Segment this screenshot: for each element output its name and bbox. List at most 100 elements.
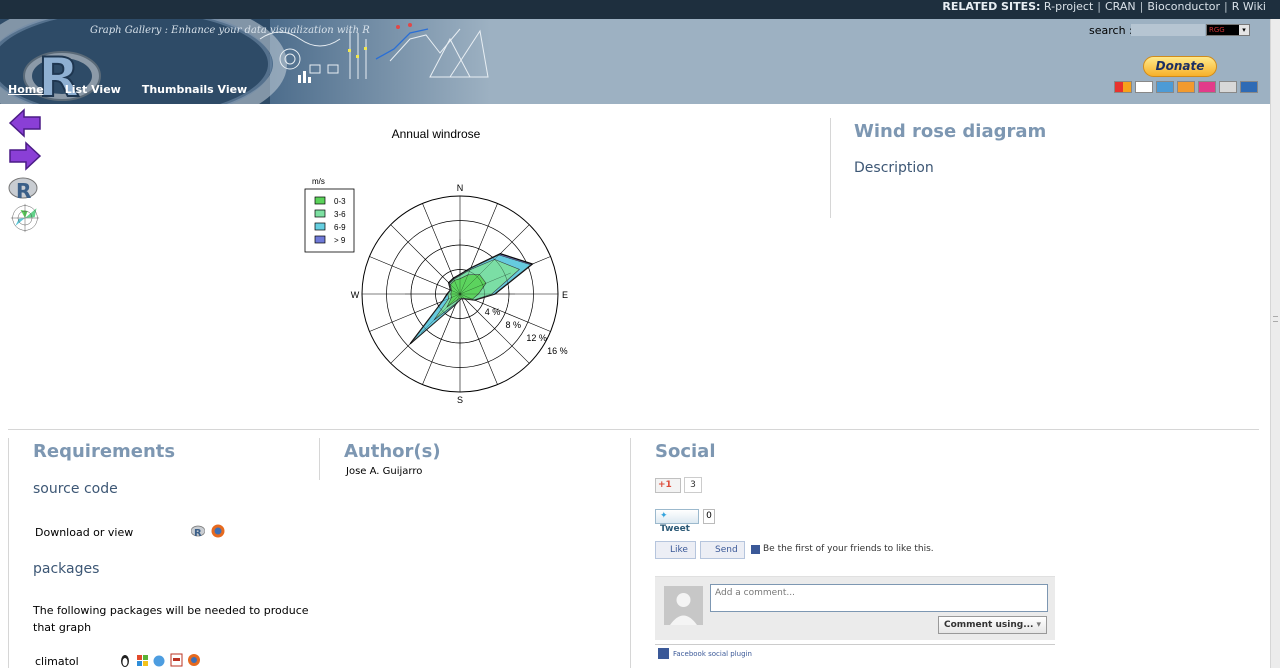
linux-icon: [121, 655, 129, 667]
packages-heading: packages: [33, 561, 100, 577]
chart-series: [405, 239, 534, 349]
legend-swatch: [314, 209, 326, 218]
packages-text-2: that graph: [33, 621, 92, 634]
radial-tick-label: 8 %: [506, 320, 522, 330]
main-nav: Home List View Thumbnails View: [8, 83, 247, 96]
discover-icon: [1177, 81, 1195, 93]
nav-thumbnails-view[interactable]: Thumbnails View: [142, 83, 247, 96]
legend-swatch: [314, 196, 326, 205]
windows-icon: [137, 655, 148, 666]
legend-title: m/s: [312, 177, 325, 186]
browser-view-icon[interactable]: [211, 524, 225, 538]
r-logo-icon[interactable]: R: [8, 174, 42, 204]
avatar: [664, 586, 703, 625]
site-header: R Graph Gallery : Enhance your data visu…: [0, 19, 1270, 104]
like-label: Like: [670, 545, 688, 555]
radial-tick-label: 4 %: [485, 307, 501, 317]
google-plus-count: 3: [684, 477, 702, 493]
svg-text:R: R: [194, 528, 202, 538]
legend-box: [304, 188, 355, 253]
chart-legend: m/s 0-3 3-6 6-9 > 9: [304, 177, 355, 253]
search-scope-select[interactable]: RGG ▾: [1206, 24, 1250, 36]
overlay-spoke: [420, 254, 461, 295]
description-heading: Description: [854, 160, 934, 176]
legend-label: 6-9: [334, 223, 346, 232]
direction-label-e: E: [562, 290, 568, 300]
related-sites-bar: RELATED SITES: R-project | CRAN | Bioconduct…: [0, 0, 1280, 19]
pdf-icon: [170, 653, 183, 667]
donate-button[interactable]: Donate: [1143, 56, 1217, 77]
chevron-down-icon: ▾: [1239, 25, 1249, 35]
bank-card-icon: [1198, 81, 1216, 93]
previous-arrow-icon[interactable]: [8, 108, 42, 138]
facebook-send-button[interactable]: Send: [700, 541, 745, 559]
direction-label-n: N: [457, 183, 464, 193]
nav-list-view[interactable]: List View: [65, 83, 121, 96]
packages-text-1: The following packages will be needed to…: [33, 604, 309, 617]
site-link-r-project[interactable]: R-project: [1044, 0, 1093, 13]
package-platform-icons: [121, 653, 200, 667]
windrose-chart: Annual windrose N E S W 4 % 8 % 12 %16 % m/s 0-…: [304, 127, 568, 405]
tweet-count: 0: [703, 509, 715, 524]
visa-icon: [1135, 81, 1153, 93]
facebook-icon: [751, 545, 760, 554]
google-plus-button[interactable]: +1: [655, 478, 681, 493]
echeck-icon: [1219, 81, 1237, 93]
direction-label-s: S: [457, 395, 463, 405]
comment-using-button[interactable]: Comment using... ▾: [938, 616, 1047, 634]
graph-thumbnail-icon[interactable]: [8, 203, 42, 233]
legend-label: 0-3: [334, 197, 346, 206]
legend-label: > 9: [334, 236, 346, 245]
next-arrow-icon[interactable]: [8, 141, 42, 171]
source-code-heading: source code: [33, 481, 118, 497]
comment-using-label: Comment using...: [944, 620, 1034, 630]
legend-label: 3-6: [334, 210, 346, 219]
legend-swatch: [314, 222, 326, 231]
comment-placeholder: Add a comment...: [715, 588, 796, 598]
direction-label-w: W: [351, 290, 360, 300]
legend-swatch: [314, 235, 326, 244]
site-link-cran[interactable]: CRAN: [1105, 0, 1136, 13]
related-sites-label: RELATED SITES:: [942, 0, 1041, 13]
mac-icon: [153, 655, 165, 667]
section-divider: [8, 429, 1259, 430]
graph-title: Wind rose diagram: [854, 121, 1047, 142]
facebook-like-text: Be the first of your friends to like thi…: [763, 544, 934, 554]
comment-input[interactable]: Add a comment...: [710, 584, 1048, 612]
overlay-spoke: [420, 293, 461, 334]
tweet-button[interactable]: ✦ Tweet: [655, 509, 699, 534]
nav-home[interactable]: Home: [8, 83, 44, 96]
page-scrollbar[interactable]: [1270, 19, 1280, 668]
site-link-bioconductor[interactable]: Bioconductor: [1147, 0, 1220, 13]
tweet-label: Tweet: [660, 524, 690, 534]
facebook-icon: [658, 648, 669, 659]
facebook-like-button[interactable]: Like: [655, 541, 696, 559]
chart-title: Annual windrose: [392, 127, 481, 141]
radial-tick-label: 12 %: [526, 333, 547, 343]
payment-cards: [1114, 81, 1258, 93]
mastercard-icon: [1114, 81, 1132, 93]
requirements-heading: Requirements: [33, 441, 176, 462]
chevron-down-icon: ▾: [1036, 620, 1041, 630]
google-plus-label: +1: [658, 480, 672, 490]
related-sites: RELATED SITES: R-project | CRAN | Bioconduct…: [942, 0, 1266, 13]
search-label: search :: [1089, 24, 1133, 37]
amex-icon: [1156, 81, 1174, 93]
search-scope-value: RGG: [1209, 26, 1225, 34]
radial-tick-label: 16 %: [547, 346, 568, 356]
r-source-icon[interactable]: R: [191, 524, 205, 538]
social-heading: Social: [655, 441, 716, 462]
package-name: climatol: [35, 655, 79, 668]
download-label: Download or view: [35, 526, 134, 539]
banner-graphics: [259, 23, 489, 83]
send-label: Send: [715, 545, 738, 555]
site-link-r-wiki[interactable]: R Wiki: [1232, 0, 1266, 13]
facebook-plugin-note: Facebook social plugin: [673, 650, 752, 658]
jcb-icon: [1240, 81, 1258, 93]
author-name: Jose A. Guijarro: [346, 466, 423, 477]
twitter-bird-icon: ✦: [660, 511, 668, 521]
browser-icon: [188, 654, 200, 666]
svg-text:R: R: [16, 179, 31, 203]
authors-heading: Author(s): [344, 441, 441, 462]
search-input[interactable]: [1131, 24, 1205, 36]
